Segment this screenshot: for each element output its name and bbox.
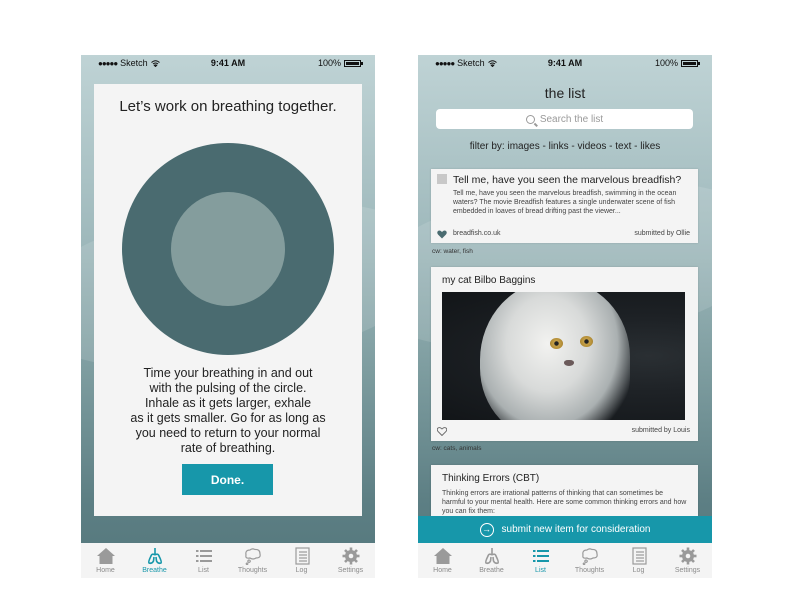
- tab-label: List: [535, 567, 546, 574]
- cat-nose: [564, 360, 574, 366]
- battery-label: 100%: [654, 58, 678, 68]
- item-body: Tell me, have you seen the marvelous bre…: [453, 190, 677, 215]
- cat-eye: [550, 338, 563, 349]
- item-title: Tell me, have you seen the marvelous bre…: [453, 174, 682, 186]
- home-icon: [96, 548, 115, 564]
- search-icon: [525, 114, 535, 124]
- heart-outline-icon[interactable]: [437, 427, 447, 436]
- tab-breathe[interactable]: Breathe: [467, 543, 516, 578]
- tab-label: Breathe: [479, 567, 504, 574]
- status-bar: ●●●●● Sketch 9:41 AM 100%: [418, 55, 712, 73]
- cat-photo: [442, 292, 685, 420]
- tab-thoughts[interactable]: Thoughts: [565, 543, 614, 578]
- tab-bar: Home Breathe List Thoughts Log Settings: [81, 543, 375, 578]
- gear-icon: [342, 547, 359, 565]
- tab-label: Breathe: [142, 567, 167, 574]
- lungs-icon: [147, 548, 162, 565]
- thought-bubble-icon: [244, 548, 261, 565]
- tab-label: Settings: [337, 567, 364, 574]
- tab-settings[interactable]: Settings: [663, 543, 712, 578]
- item-submitter: submitted by Ollie: [634, 230, 690, 237]
- tab-breathe[interactable]: Breathe: [130, 543, 179, 578]
- lungs-icon: [484, 548, 499, 565]
- item-title: my cat Bilbo Baggins: [442, 275, 536, 286]
- tab-home[interactable]: Home: [81, 543, 130, 578]
- status-bar: ●●●●● Sketch 9:41 AM 100%: [81, 55, 375, 73]
- breathing-circle-inner: [171, 192, 285, 306]
- tab-list[interactable]: List: [179, 543, 228, 578]
- thought-bubble-icon: [581, 548, 598, 565]
- cat-eye: [580, 336, 593, 347]
- battery-icon: [344, 59, 363, 67]
- tab-settings[interactable]: Settings: [326, 543, 375, 578]
- tab-label: Log: [632, 567, 645, 574]
- heart-filled-icon[interactable]: [437, 230, 447, 239]
- battery: 100%: [317, 58, 363, 68]
- list-screen: ●●●●● Sketch 9:41 AM 100% the list Searc…: [418, 55, 712, 578]
- battery-label: 100%: [317, 58, 341, 68]
- list-icon: [195, 550, 212, 562]
- battery-icon: [681, 59, 700, 67]
- tab-label: Home: [96, 567, 115, 574]
- content-warning: cw: cats, animals: [432, 445, 482, 452]
- item-checkbox[interactable]: [437, 174, 447, 184]
- list-icon: [532, 550, 549, 562]
- item-title: Thinking Errors (CBT): [442, 473, 540, 484]
- breathing-circle: [122, 143, 334, 355]
- breathe-card: Let’s work on breathing together. Time y…: [94, 84, 362, 516]
- log-icon: [631, 547, 647, 565]
- list-item[interactable]: my cat Bilbo Baggins submitted by Louis: [431, 267, 698, 441]
- tab-label: Thoughts: [574, 567, 605, 574]
- item-link[interactable]: breadfish.co.uk: [453, 230, 500, 237]
- tab-bar: Home Breathe List Thoughts Log Settings: [418, 543, 712, 578]
- tab-label: Thoughts: [237, 567, 268, 574]
- battery: 100%: [654, 58, 700, 68]
- cat-fur: [480, 292, 630, 420]
- breathe-screen: ●●●●● Sketch 9:41 AM 100% Let’s work on …: [81, 55, 375, 578]
- done-button[interactable]: Done.: [182, 464, 273, 495]
- filter-bar[interactable]: filter by: images - links - videos - tex…: [418, 141, 712, 152]
- tab-label: Settings: [674, 567, 701, 574]
- tab-home[interactable]: Home: [418, 543, 467, 578]
- item-body: Thinking errors are irrational patterns …: [442, 490, 687, 515]
- tab-label: List: [198, 567, 209, 574]
- tab-log[interactable]: Log: [614, 543, 663, 578]
- item-submitter: submitted by Louis: [631, 427, 690, 434]
- tab-log[interactable]: Log: [277, 543, 326, 578]
- arrow-right-icon: →: [479, 522, 494, 537]
- search-placeholder: Search the list: [539, 113, 604, 125]
- tab-thoughts[interactable]: Thoughts: [228, 543, 277, 578]
- page-title: the list: [544, 85, 586, 101]
- tab-list[interactable]: List: [516, 543, 565, 578]
- breathing-instructions: Time your breathing in and out with the …: [130, 366, 326, 455]
- tab-label: Home: [433, 567, 452, 574]
- content-warning: cw: water, fish: [432, 248, 473, 255]
- list-item[interactable]: Tell me, have you seen the marvelous bre…: [431, 169, 698, 243]
- home-icon: [433, 548, 452, 564]
- submit-item-button[interactable]: → submit new item for consideration: [418, 516, 712, 543]
- search-input[interactable]: Search the list: [436, 109, 693, 129]
- submit-label: submit new item for consideration: [501, 524, 651, 535]
- gear-icon: [679, 547, 696, 565]
- log-icon: [294, 547, 310, 565]
- page-title: Let’s work on breathing together.: [119, 98, 337, 115]
- tab-label: Log: [295, 567, 308, 574]
